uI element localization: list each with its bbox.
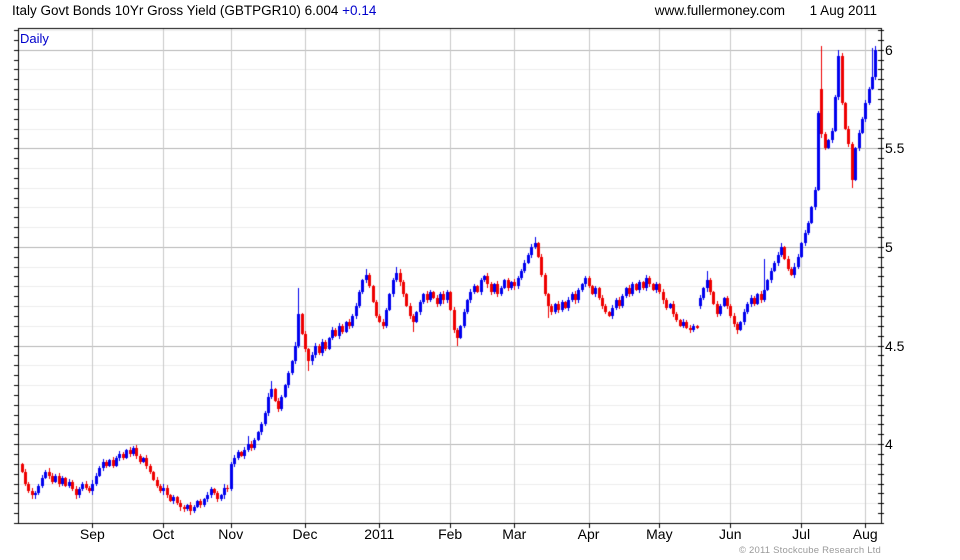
x-axis-label: Apr: [577, 526, 600, 542]
frequency-label: Daily: [20, 31, 49, 46]
chart-title-text: Italy Govt Bonds 10Yr Gross Yield (GBTPG…: [12, 3, 339, 18]
chart-page: { "header": { "title_main": "Italy Govt …: [0, 0, 960, 560]
x-axis-label: Feb: [438, 526, 463, 542]
site-label: www.fullermoney.com: [654, 3, 785, 18]
x-axis-label: Mar: [502, 526, 527, 542]
x-axis-label: Jul: [792, 526, 811, 542]
x-axis-label: May: [646, 526, 673, 542]
x-axis-label: Dec: [292, 526, 318, 542]
price-change-label: +0.14: [342, 3, 377, 18]
date-label: 1 Aug 2011: [809, 3, 877, 18]
x-axis-label: Jun: [718, 526, 742, 542]
y-axis-label: 5: [885, 238, 893, 255]
y-axis-label: 6: [885, 41, 893, 58]
price-chart-canvas: [0, 0, 960, 560]
y-axis-label: 4.5: [885, 337, 905, 354]
y-axis-label: 4: [885, 436, 893, 453]
copyright-label: © 2011 Stockcube Research Ltd: [738, 545, 881, 556]
y-axis-label: 5.5: [885, 140, 905, 157]
x-axis-label: Aug: [852, 526, 878, 542]
chart-title: Italy Govt Bonds 10Yr Gross Yield (GBTPG…: [12, 3, 376, 18]
x-axis-label: Sep: [79, 526, 105, 542]
x-axis-label: Oct: [152, 526, 175, 542]
x-axis-label: 2011: [364, 526, 395, 542]
x-axis-label: Nov: [218, 526, 244, 542]
